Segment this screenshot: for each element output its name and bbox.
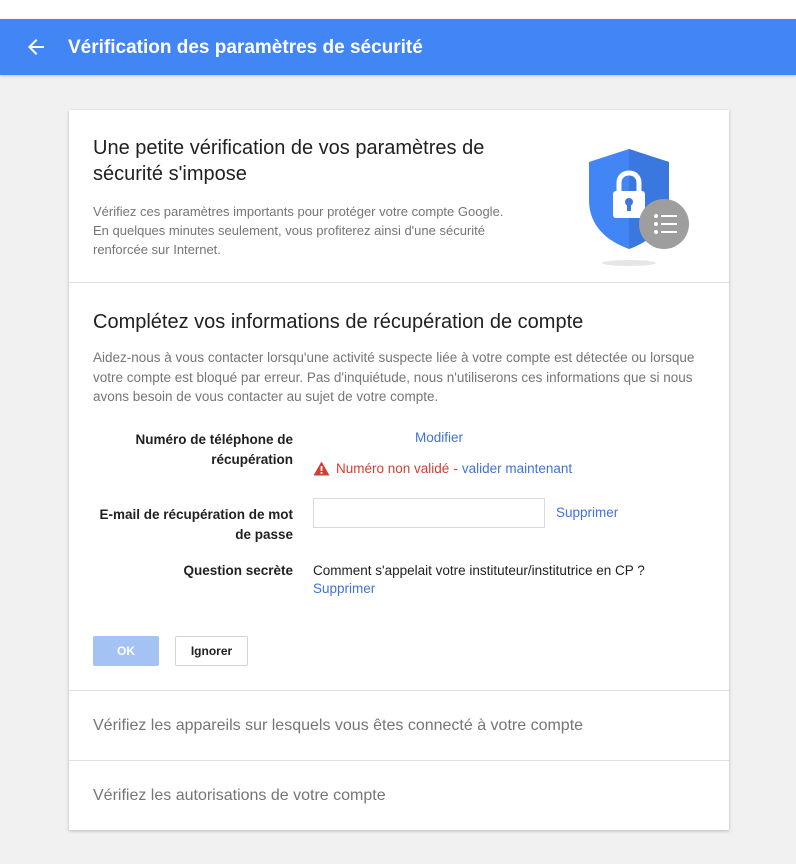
security-shield-icon <box>589 149 689 266</box>
delete-email-link[interactable]: Supprimer <box>556 505 618 520</box>
secret-question-value: Comment s'appelait votre instituteur/ins… <box>313 563 645 578</box>
app-bar: Vérification des paramètres de sécurité <box>0 19 796 75</box>
intro-description: Vérifiez ces paramètres importants pour … <box>93 204 504 257</box>
modify-phone-link[interactable]: Modifier <box>415 430 463 445</box>
page-title: Vérification des paramètres de sécurité <box>68 37 423 58</box>
back-arrow-icon[interactable] <box>24 35 48 59</box>
warning-icon <box>313 461 330 476</box>
top-strip <box>0 0 796 19</box>
validate-now-link[interactable]: valider maintenant <box>462 461 572 476</box>
ignore-button[interactable]: Ignorer <box>175 636 248 666</box>
intro-title: Une petite vérification de vos paramètre… <box>93 137 485 185</box>
recovery-email-field[interactable] <box>313 498 545 528</box>
secret-question-label: Question secrète <box>183 563 293 578</box>
recovery-section-title: Complétez vos informations de récupérati… <box>93 311 584 333</box>
section-divider <box>69 282 729 283</box>
warning-separator: - <box>453 461 458 476</box>
delete-question-link[interactable]: Supprimer <box>313 581 375 596</box>
security-checkup-card: Une petite vérification de vos paramètre… <box>69 110 729 830</box>
phone-not-verified-text: Numéro non validé <box>336 461 450 476</box>
ok-button[interactable]: OK <box>93 636 159 666</box>
recovery-section-description: Aidez-nous à vous contacter lorsqu'une a… <box>93 350 695 404</box>
devices-section-link[interactable]: Vérifiez les appareils sur lesquels vous… <box>93 716 583 736</box>
recovery-email-label: E-mail de récupération de mot de passe <box>99 507 293 542</box>
permissions-section-link[interactable]: Vérifiez les autorisations de votre comp… <box>93 786 386 806</box>
recovery-phone-label: Numéro de téléphone de récupération <box>135 432 293 467</box>
phone-warning-row: Numéro non validé - valider maintenant <box>313 459 572 478</box>
section-divider <box>69 690 729 691</box>
section-divider <box>69 760 729 761</box>
